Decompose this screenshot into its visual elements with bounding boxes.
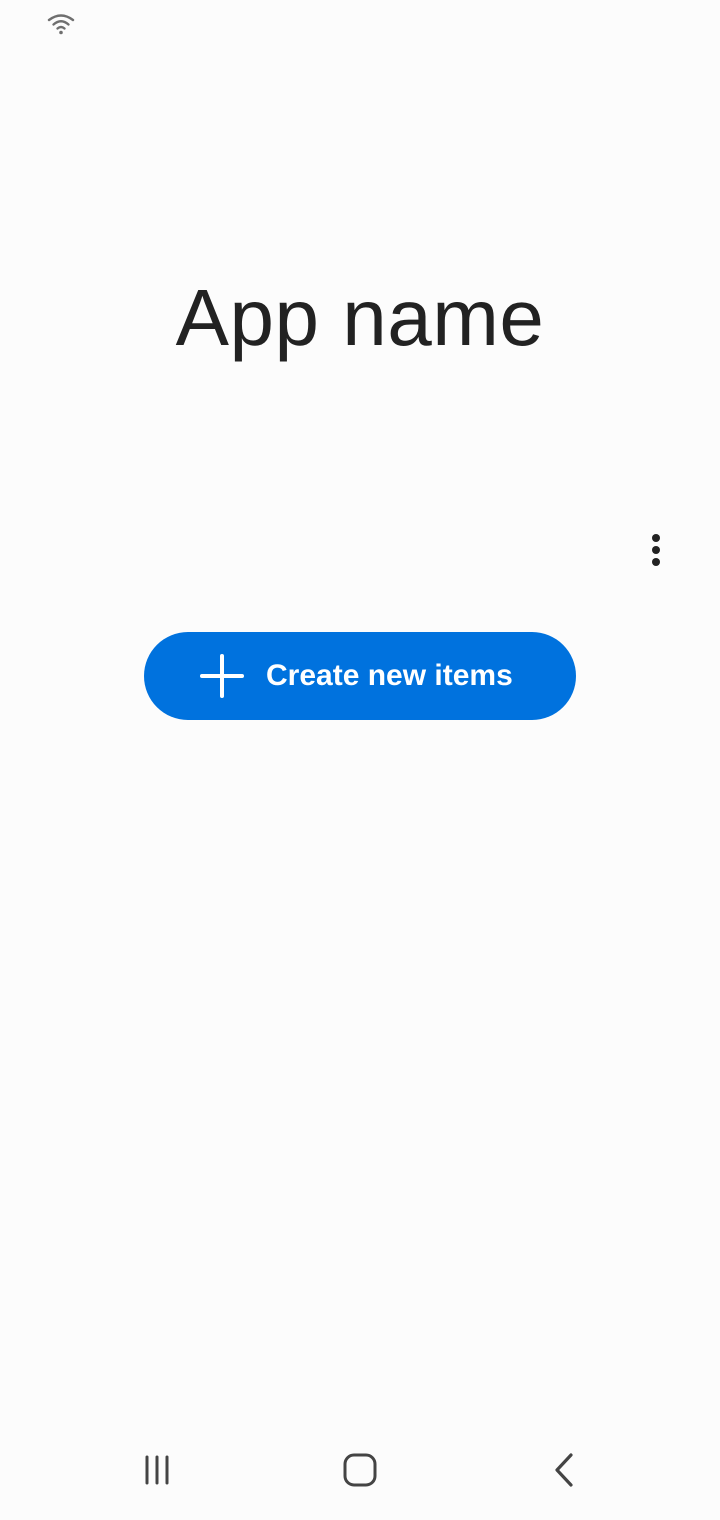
create-new-items-label: Create new items xyxy=(266,659,513,692)
home-icon xyxy=(342,1452,378,1493)
status-bar xyxy=(0,0,720,48)
back-icon xyxy=(552,1452,576,1493)
home-button[interactable] xyxy=(332,1444,388,1500)
recents-button[interactable] xyxy=(129,1444,185,1500)
create-new-items-button[interactable]: Create new items xyxy=(144,632,576,720)
navigation-bar xyxy=(0,1424,720,1520)
more-options-button[interactable] xyxy=(632,528,680,576)
plus-icon xyxy=(200,654,244,698)
more-vert-icon xyxy=(650,532,662,573)
recents-icon xyxy=(141,1454,173,1491)
wifi-icon xyxy=(46,12,76,36)
app-title: App name xyxy=(175,273,545,362)
back-button[interactable] xyxy=(536,1444,592,1500)
